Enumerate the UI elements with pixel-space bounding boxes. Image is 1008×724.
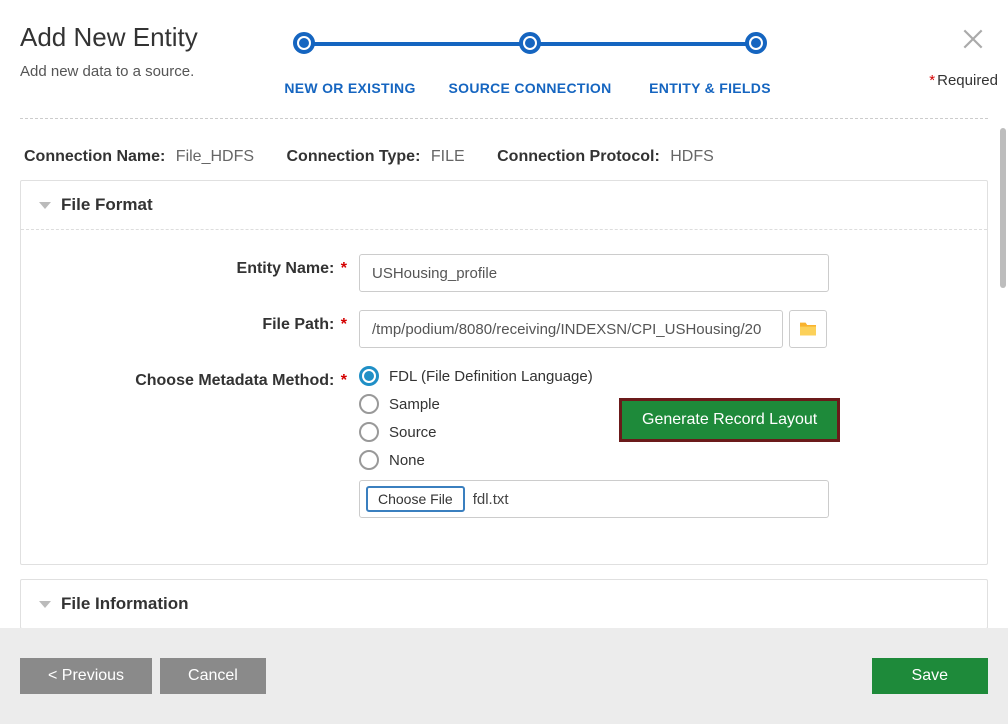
previous-button[interactable]: < Previous <box>20 658 152 694</box>
file-information-header[interactable]: File Information <box>21 580 987 628</box>
step-label-1[interactable]: NEW OR EXISTING <box>260 80 440 96</box>
footer-bar: < Previous Cancel Save <box>0 628 1008 724</box>
chosen-file-name: fdl.txt <box>473 491 509 508</box>
chevron-down-icon <box>39 601 51 608</box>
wizard-stepper: NEW OR EXISTING SOURCE CONNECTION ENTITY… <box>260 28 800 96</box>
file-format-header[interactable]: File Format <box>21 181 987 230</box>
radio-sample-label: Sample <box>389 396 440 413</box>
connection-type-value: FILE <box>431 148 465 165</box>
metadata-method-label: Choose Metadata Method: * <box>39 366 359 390</box>
choose-file-button[interactable]: Choose File <box>366 486 465 512</box>
file-format-panel: File Format Entity Name: * File Path: * <box>20 180 988 565</box>
browse-folder-button[interactable] <box>789 310 827 348</box>
radio-none[interactable]: None <box>359 450 969 470</box>
file-path-label: File Path: * <box>39 310 359 334</box>
entity-name-label: Entity Name: * <box>39 254 359 278</box>
radio-fdl[interactable]: FDL (File Definition Language) <box>359 366 969 386</box>
file-path-input[interactable] <box>359 310 783 348</box>
cancel-button[interactable]: Cancel <box>160 658 266 694</box>
step-dot-1[interactable] <box>293 32 315 54</box>
folder-icon <box>798 321 818 337</box>
connection-type-label: Connection Type: <box>286 148 420 165</box>
file-information-panel: File Information <box>20 579 988 628</box>
close-icon[interactable] <box>960 26 986 56</box>
step-dot-2[interactable] <box>519 32 541 54</box>
required-indicator: *Required <box>929 72 998 89</box>
radio-fdl-label: FDL (File Definition Language) <box>389 368 593 385</box>
divider <box>20 118 988 119</box>
connection-protocol-label: Connection Protocol: <box>497 148 660 165</box>
connection-protocol-value: HDFS <box>670 148 714 165</box>
scrollbar[interactable] <box>1000 128 1006 288</box>
step-label-2[interactable]: SOURCE CONNECTION <box>440 80 620 96</box>
chevron-down-icon <box>39 202 51 209</box>
file-information-title: File Information <box>61 594 189 614</box>
file-format-title: File Format <box>61 195 153 215</box>
radio-none-label: None <box>389 452 425 469</box>
step-label-3[interactable]: ENTITY & FIELDS <box>620 80 800 96</box>
connection-name-value: File_HDFS <box>176 148 254 165</box>
radio-source-label: Source <box>389 424 437 441</box>
connection-summary: Connection Name: File_HDFS Connection Ty… <box>20 130 988 180</box>
connection-name-label: Connection Name: <box>24 148 165 165</box>
entity-name-input[interactable] <box>359 254 829 292</box>
generate-record-layout-button[interactable]: Generate Record Layout <box>619 398 840 442</box>
step-dot-3[interactable] <box>745 32 767 54</box>
save-button[interactable]: Save <box>872 658 988 694</box>
